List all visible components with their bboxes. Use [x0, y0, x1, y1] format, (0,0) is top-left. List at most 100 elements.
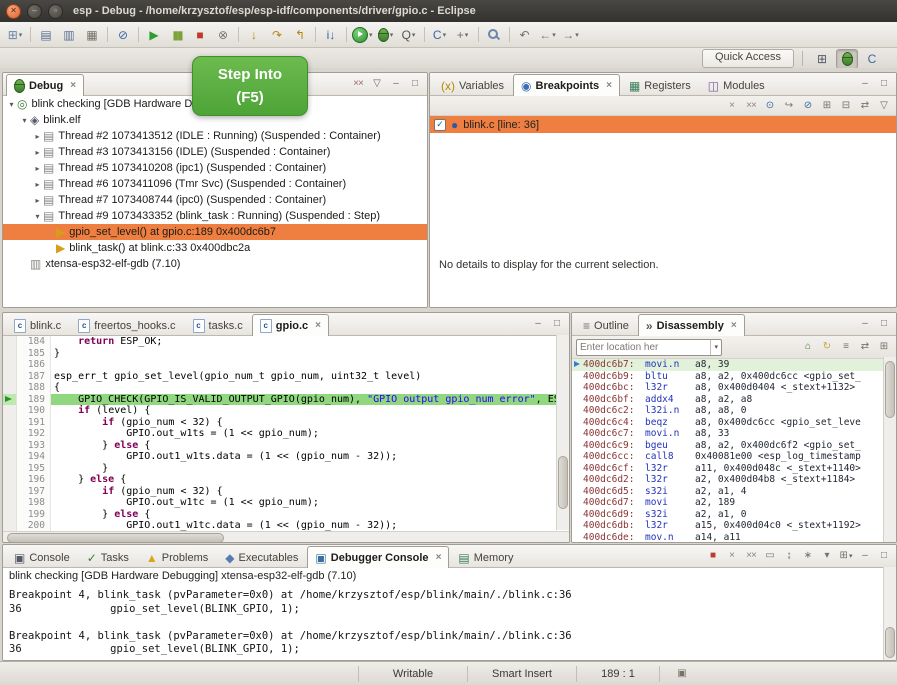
debug-tree-item[interactable]: ▾▤Thread #9 1073433352 (blink_task : Run… [3, 208, 427, 224]
remove-launch-button[interactable]: × [724, 547, 740, 564]
expander-open-icon[interactable]: ▾ [6, 100, 17, 109]
print-button[interactable]: ▦ [81, 25, 103, 45]
scrollbar-thumb[interactable] [885, 627, 895, 659]
search-button[interactable] [483, 25, 505, 45]
minimize-button[interactable]: – [388, 75, 404, 92]
scrollbar-thumb[interactable] [558, 456, 568, 509]
pin-console-button[interactable]: ∗ [800, 547, 816, 564]
c-cpp-perspective-button[interactable]: C [861, 49, 883, 69]
display-selected-console-button[interactable]: ▾ [819, 547, 835, 564]
debug-tree-item[interactable]: ▸▤Thread #7 1073408744 (ipc0) (Suspended… [3, 192, 427, 208]
console-vertical-scrollbar[interactable] [883, 567, 896, 660]
minimize-button[interactable]: – [857, 75, 873, 92]
scrollbar-thumb[interactable] [7, 533, 224, 543]
breakpoints-content[interactable]: ✓●blink.c [line: 36] No details to displ… [430, 116, 896, 271]
tab-blink-c[interactable]: blink.c [6, 315, 69, 335]
debug-perspective-button[interactable] [836, 49, 858, 69]
tab-breakpoints[interactable]: ◉Breakpoints× [513, 74, 620, 96]
tab-tasks[interactable]: ✓Tasks [79, 547, 137, 567]
save-button[interactable]: ▤ [35, 25, 57, 45]
remove-breakpoint-button[interactable]: × [724, 97, 740, 114]
debug-tree-item[interactable]: ▸▤Thread #2 1073413512 (IDLE : Running) … [3, 128, 427, 144]
forward-button[interactable]: →▾ [560, 25, 582, 45]
tab-registers[interactable]: ▦Registers [621, 75, 699, 95]
skip-all-breakpoints-button[interactable]: ⊘ [800, 97, 816, 114]
expand-all-button[interactable]: ⊞ [819, 97, 835, 114]
tab-executables[interactable]: ◆Executables [217, 547, 306, 567]
debug-tree[interactable]: ▾◎blink checking [GDB Hardware Debugging… [3, 96, 427, 308]
terminate-button[interactable]: ■ [189, 25, 211, 45]
view-menu-button[interactable]: ▽ [369, 75, 385, 92]
goto-pc-button[interactable]: ⌂ [800, 339, 816, 356]
expander-closed-icon[interactable]: ▸ [32, 180, 43, 189]
expander-closed-icon[interactable]: ▸ [32, 132, 43, 141]
tab-modules[interactable]: ◫Modules [700, 75, 773, 95]
run-button[interactable]: ▾ [351, 25, 374, 45]
maximize-button[interactable]: □ [876, 75, 892, 92]
show-source-button[interactable]: ≡ [838, 339, 854, 356]
refresh-button[interactable]: ↻ [819, 339, 835, 356]
link-with-debug-button[interactable]: ⇄ [857, 97, 873, 114]
step-into-button[interactable]: ↓ [243, 25, 265, 45]
open-new-view-button[interactable]: ⊞ [876, 339, 892, 356]
editor-vertical-scrollbar[interactable] [556, 335, 569, 530]
suspend-button[interactable]: ▮▮ [166, 25, 188, 45]
tab-disassembly[interactable]: »Disassembly× [638, 314, 745, 336]
window-minimize-button[interactable]: – [27, 4, 42, 19]
close-icon[interactable]: × [436, 552, 442, 563]
remove-all-breakpoints-button[interactable]: ×× [743, 97, 759, 114]
open-perspective-button[interactable]: ⊞ [811, 49, 833, 69]
editor-horizontal-scrollbar[interactable] [3, 531, 569, 543]
tab-freertos-hooks-c[interactable]: freertos_hooks.c [70, 315, 183, 335]
maximize-button[interactable]: □ [876, 547, 892, 564]
step-over-button[interactable]: ↷ [266, 25, 288, 45]
window-maximize-button[interactable]: ▫ [48, 4, 63, 19]
disassembly-listing[interactable]: 400dc6b7:movi.na8, 39400dc6b9:bltua8, a2… [572, 359, 896, 543]
last-edit-location-button[interactable]: ↶ [514, 25, 536, 45]
view-menu-button[interactable]: ▽ [876, 97, 892, 114]
maximize-button[interactable]: □ [876, 315, 892, 332]
expander-closed-icon[interactable]: ▸ [32, 196, 43, 205]
terminate-button[interactable]: ■ [705, 547, 721, 564]
instruction-stepping-button[interactable]: i↓ [320, 25, 342, 45]
open-console-button[interactable]: ⊞▾ [838, 547, 854, 564]
chevron-down-icon[interactable]: ▾ [710, 340, 718, 355]
debug-tree-item[interactable]: ▶gpio_set_level() at gpio.c:189 0x400dc6… [3, 224, 427, 240]
scroll-lock-button[interactable]: ↨ [781, 547, 797, 564]
scrollbar-thumb[interactable] [885, 361, 895, 419]
disconnect-button[interactable]: ⊗ [212, 25, 234, 45]
close-icon[interactable]: × [606, 80, 612, 91]
close-icon[interactable]: × [315, 320, 321, 331]
remove-all-terminated-button[interactable]: ×× [350, 75, 366, 92]
remove-all-launches-button[interactable]: ×× [743, 547, 759, 564]
minimize-button[interactable]: – [857, 547, 873, 564]
resume-button[interactable]: ▶ [143, 25, 165, 45]
sync-active-context-button[interactable]: ⇄ [857, 339, 873, 356]
expander-closed-icon[interactable]: ▸ [32, 148, 43, 157]
maximize-button[interactable]: □ [549, 315, 565, 332]
disassembly-vertical-scrollbar[interactable] [883, 357, 896, 542]
window-close-button[interactable]: ✕ [6, 4, 21, 19]
code-editor[interactable]: 184 return ESP_OK;185}186187esp_err_t gp… [3, 336, 569, 531]
tab-outline[interactable]: ≡Outline [575, 315, 637, 335]
clear-console-button[interactable]: ▭ [762, 547, 778, 564]
maximize-button[interactable]: □ [407, 75, 423, 92]
profile-button[interactable]: Q▾ [398, 25, 420, 45]
expander-closed-icon[interactable]: ▸ [32, 164, 43, 173]
tab-debug[interactable]: Debug× [6, 74, 84, 96]
tab-problems[interactable]: ▲Problems [138, 547, 216, 567]
new-element-button[interactable]: +▾ [452, 25, 474, 45]
goto-file-for-breakpoint-button[interactable]: ↪ [781, 97, 797, 114]
expander-open-icon[interactable]: ▾ [32, 212, 43, 221]
debug-tree-item[interactable]: ▸▤Thread #3 1073413156 (IDLE) (Suspended… [3, 144, 427, 160]
debug-tree-item[interactable]: ▥xtensa-esp32-elf-gdb (7.10) [3, 256, 427, 272]
breakpoint-checkbox[interactable]: ✓ [434, 119, 446, 131]
step-return-button[interactable]: ↰ [289, 25, 311, 45]
new-c-project-button[interactable]: C▾ [429, 25, 451, 45]
breakpoint-row[interactable]: ✓●blink.c [line: 36] [430, 116, 896, 133]
skip-all-breakpoints-button[interactable]: ⊘ [112, 25, 134, 45]
close-icon[interactable]: × [70, 80, 76, 91]
debug-button[interactable]: ▾ [375, 25, 397, 45]
tab-variables[interactable]: (x)Variables [433, 75, 512, 95]
save-all-button[interactable]: ▥ [58, 25, 80, 45]
